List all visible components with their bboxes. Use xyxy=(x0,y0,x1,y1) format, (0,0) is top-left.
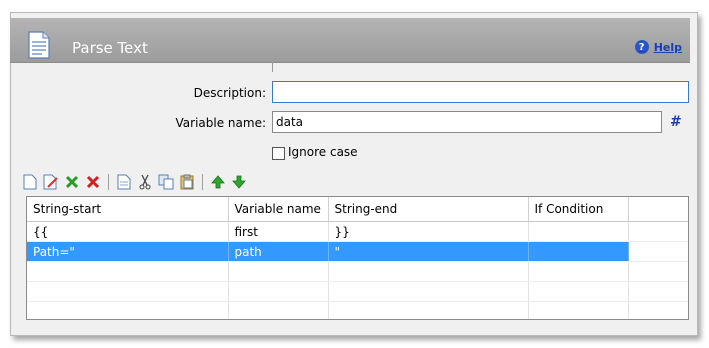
cell-string-start[interactable]: Path=" xyxy=(27,241,229,262)
insert-variable-button[interactable]: # xyxy=(670,114,682,130)
column-header-filler xyxy=(628,197,688,222)
help-icon: ? xyxy=(634,40,649,54)
dialog-title: Parse Text xyxy=(72,39,148,57)
delete-green-icon[interactable] xyxy=(64,174,80,190)
document-icon xyxy=(28,31,50,59)
copy-icon[interactable] xyxy=(116,174,132,190)
move-up-icon[interactable] xyxy=(210,174,226,190)
parse-rules-grid[interactable]: String-start Variable name String-end If… xyxy=(26,196,689,320)
new-row-icon[interactable] xyxy=(22,174,38,190)
cell-string-end[interactable]: }} xyxy=(328,221,529,242)
cell-variable-name[interactable]: first xyxy=(228,221,329,242)
toolbar-separator xyxy=(108,174,109,190)
column-header-string-end[interactable]: String-end xyxy=(328,197,529,222)
grid-toolbar xyxy=(22,172,247,192)
title-bar: Parse Text ? Help xyxy=(10,18,690,63)
grid-header: String-start Variable name String-end If… xyxy=(27,197,688,222)
column-header-variable-name[interactable]: Variable name xyxy=(228,197,329,222)
delete-red-icon[interactable] xyxy=(85,174,101,190)
table-row-selected[interactable]: Path=" path " xyxy=(27,241,688,262)
variable-name-input[interactable] xyxy=(272,111,662,133)
help-label: Help xyxy=(653,40,682,54)
edit-row-icon[interactable] xyxy=(43,174,59,190)
cell-filler xyxy=(628,241,688,262)
variable-name-label: Variable name: xyxy=(175,116,266,130)
cell-variable-name[interactable]: path xyxy=(228,241,329,262)
empty-row[interactable] xyxy=(27,301,688,319)
description-label: Description: xyxy=(193,86,266,100)
ignore-case-checkbox[interactable] xyxy=(272,147,285,160)
help-link[interactable]: ? Help xyxy=(634,40,682,54)
move-down-icon[interactable] xyxy=(231,174,247,190)
description-input[interactable] xyxy=(272,81,689,103)
empty-row[interactable] xyxy=(27,261,688,282)
column-header-if-condition[interactable]: If Condition xyxy=(528,197,629,222)
duplicate-icon[interactable] xyxy=(158,174,174,190)
cell-if-condition[interactable] xyxy=(528,221,629,242)
cell-if-condition[interactable] xyxy=(528,241,629,262)
ignore-case-label: Ignore case xyxy=(288,145,358,159)
cell-string-end[interactable]: " xyxy=(328,241,529,262)
cell-string-start[interactable]: {{ xyxy=(27,221,229,242)
cell-filler xyxy=(628,221,688,242)
paste-icon[interactable] xyxy=(179,174,195,190)
toolbar-separator xyxy=(202,174,203,190)
column-header-string-start[interactable]: String-start xyxy=(27,197,229,222)
table-row[interactable]: {{ first }} xyxy=(27,221,688,242)
cut-icon[interactable] xyxy=(137,174,153,190)
empty-row[interactable] xyxy=(27,281,688,302)
divider xyxy=(272,62,273,72)
